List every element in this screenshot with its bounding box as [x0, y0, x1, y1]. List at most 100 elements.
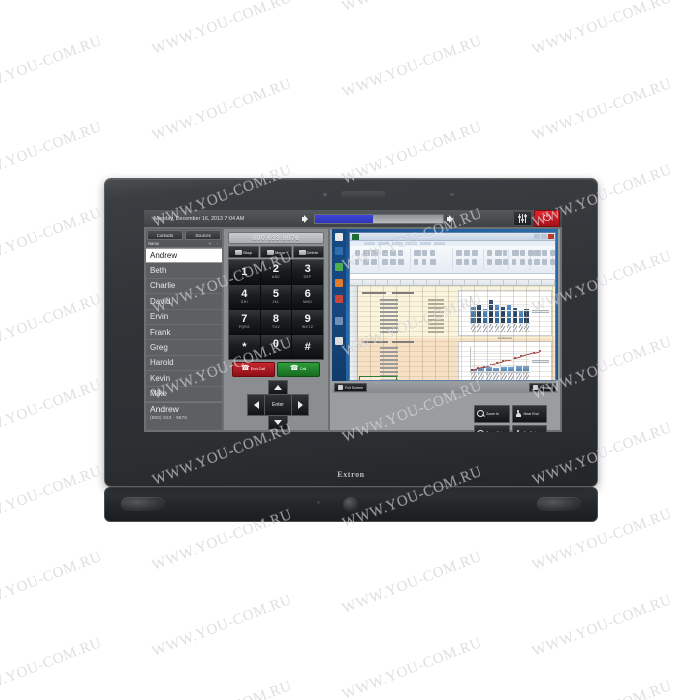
- primary-button[interactable]: Primary: [529, 383, 556, 392]
- ribbon-icon[interactable]: [371, 250, 378, 256]
- keypad-key-2[interactable]: 2 ABC: [261, 260, 292, 284]
- column-header-cell[interactable]: [350, 280, 363, 285]
- close-icon[interactable]: [548, 234, 554, 239]
- delete-button[interactable]: Delete: [293, 246, 324, 258]
- keypad-key-8[interactable]: 8 TUV: [261, 310, 292, 334]
- ribbon-icon[interactable]: [542, 259, 547, 265]
- end-call-button[interactable]: ☎ End Call: [232, 362, 275, 377]
- ribbon-icon[interactable]: [422, 259, 426, 265]
- ribbon-icon[interactable]: [464, 259, 469, 265]
- ribbon-icon[interactable]: [382, 259, 388, 265]
- pc-screen-preview[interactable]: Enrollments: [332, 229, 558, 381]
- power-button[interactable]: ⏻: [534, 210, 560, 227]
- column-header-cell[interactable]: [478, 280, 491, 285]
- ribbon-icon[interactable]: [390, 250, 396, 256]
- volume-slider[interactable]: [314, 214, 444, 224]
- ribbon-icon[interactable]: [503, 259, 508, 265]
- contact-list-item[interactable]: Andrew: [146, 248, 222, 263]
- far-end-button[interactable]: Far End: [512, 425, 548, 433]
- keypad-key-3[interactable]: 3 DEF: [292, 260, 323, 284]
- contact-list-item[interactable]: Greg: [146, 340, 222, 355]
- ribbon-tab[interactable]: [434, 242, 445, 245]
- ribbon-icon[interactable]: [520, 250, 525, 256]
- contacts-list[interactable]: Andrew Beth Charlie David Ervin Frank Greg Haro…: [146, 248, 222, 402]
- ribbon-icon[interactable]: [487, 250, 492, 256]
- near-end-button[interactable]: Near End: [512, 405, 548, 423]
- dpad-up-button[interactable]: [268, 380, 288, 395]
- ribbon-icon[interactable]: [430, 259, 436, 265]
- column-header-cell[interactable]: [427, 280, 440, 285]
- ribbon-icon[interactable]: [464, 250, 470, 256]
- dpad-left-button[interactable]: [247, 394, 265, 416]
- minimize-icon[interactable]: [534, 234, 540, 239]
- ribbon-icon[interactable]: [414, 259, 418, 265]
- ribbon-icon[interactable]: [456, 259, 462, 265]
- ribbon-icon[interactable]: [390, 259, 396, 265]
- column-header-cell[interactable]: [440, 280, 453, 285]
- keypad-key-6[interactable]: 6 MNO: [292, 285, 323, 309]
- ribbon-icon[interactable]: [355, 250, 360, 256]
- ribbon-icon[interactable]: [534, 259, 540, 265]
- dial-display[interactable]: 800.633.9876: [228, 232, 324, 244]
- contact-list-item[interactable]: Beth: [146, 263, 222, 278]
- ribbon-icon[interactable]: [534, 250, 541, 256]
- full-screen-button[interactable]: Full Screen: [334, 383, 367, 392]
- ribbon-icon[interactable]: [520, 259, 525, 265]
- ribbon-icon[interactable]: [414, 250, 421, 256]
- ribbon-icon[interactable]: [382, 250, 388, 256]
- ribbon-icon[interactable]: [512, 250, 519, 256]
- ribbon-icon[interactable]: [487, 259, 492, 265]
- ribbon-icon[interactable]: [472, 259, 477, 265]
- ribbon-icon[interactable]: [495, 259, 502, 265]
- ribbon-icon[interactable]: [398, 250, 403, 256]
- ribbon-tab[interactable]: [392, 242, 403, 245]
- spreadsheet-window[interactable]: Enrollments: [349, 232, 556, 381]
- keypad-key-star[interactable]: *: [229, 335, 260, 359]
- ribbon-icon[interactable]: [355, 259, 359, 265]
- ribbon-icon[interactable]: [542, 250, 547, 256]
- settings-button[interactable]: [513, 211, 532, 226]
- keypad-key-1[interactable]: 1: [229, 260, 260, 284]
- ribbon-icon[interactable]: [550, 259, 555, 265]
- ribbon-tab[interactable]: [406, 242, 417, 245]
- ribbon-icon[interactable]: [550, 250, 556, 256]
- keypad-key-7[interactable]: 7 PQRS: [229, 310, 260, 334]
- column-header-cell[interactable]: [453, 280, 466, 285]
- ribbon-icon[interactable]: [398, 259, 404, 265]
- ribbon-icon[interactable]: [430, 250, 435, 256]
- ribbon-icon[interactable]: [503, 250, 507, 256]
- zoom-out-button[interactable]: Zoom Out: [474, 425, 510, 433]
- dpad-enter-button[interactable]: Enter: [264, 394, 292, 416]
- column-header-cell[interactable]: [542, 280, 555, 285]
- contact-list-item[interactable]: Harold: [146, 356, 222, 371]
- contact-list-item[interactable]: Frank: [146, 325, 222, 340]
- column-header-cell[interactable]: [517, 280, 530, 285]
- contact-list-item[interactable]: Mike: [146, 387, 222, 402]
- ribbon-icon[interactable]: [363, 259, 369, 265]
- ribbon-icon[interactable]: [371, 259, 377, 265]
- dpad-down-button[interactable]: [268, 415, 288, 430]
- contact-list-item[interactable]: Ervin: [146, 310, 222, 325]
- ribbon-tab[interactable]: [364, 242, 375, 245]
- ribbon-toolbar[interactable]: [350, 246, 555, 274]
- keypad-key-hash[interactable]: #: [292, 335, 323, 359]
- tab-contacts[interactable]: Contacts: [147, 230, 183, 240]
- backspace-button[interactable]: Bksp: [228, 246, 259, 258]
- column-header-cell[interactable]: [388, 280, 401, 285]
- contact-list-item[interactable]: Charlie: [146, 279, 222, 294]
- keypad-key-0[interactable]: 0 +: [261, 335, 292, 359]
- ribbon-icon[interactable]: [422, 250, 427, 256]
- column-header-cell[interactable]: [465, 280, 478, 285]
- ribbon-tab[interactable]: [420, 242, 431, 245]
- ribbon-icon[interactable]: [495, 250, 502, 256]
- ribbon-icon[interactable]: [472, 250, 478, 256]
- ribbon-tab[interactable]: [378, 242, 389, 245]
- spreadsheet-grid[interactable]: Enrollments: [350, 286, 555, 381]
- contact-list-item[interactable]: Kevin: [146, 371, 222, 386]
- column-header-cell[interactable]: [504, 280, 517, 285]
- menu-button[interactable]: Menu: [260, 246, 291, 258]
- keypad-key-5[interactable]: 5 JKL: [261, 285, 292, 309]
- tab-sources[interactable]: Sources: [185, 230, 221, 240]
- dpad-right-button[interactable]: [291, 394, 309, 416]
- zoom-in-button[interactable]: Zoom In: [474, 405, 510, 423]
